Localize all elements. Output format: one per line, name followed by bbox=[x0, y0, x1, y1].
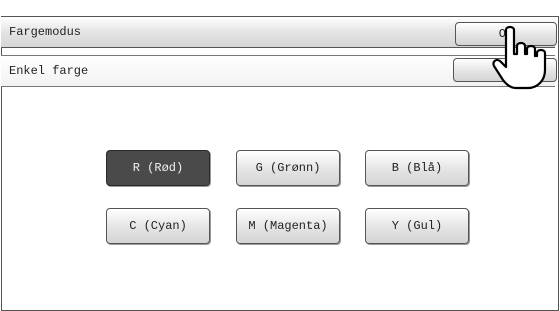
color-button-yellow[interactable]: Y (Gul) bbox=[365, 208, 469, 244]
screen-title: Fargemodus bbox=[9, 25, 82, 39]
color-button-magenta[interactable]: M (Magenta) bbox=[236, 208, 340, 244]
color-button-red[interactable]: R (Rød) bbox=[106, 150, 210, 186]
color-button-green[interactable]: G (Grønn) bbox=[236, 150, 340, 186]
mode-label: Enkel farge bbox=[9, 64, 89, 78]
hand-pointer-icon bbox=[492, 25, 547, 90]
color-button-blue[interactable]: B (Blå) bbox=[365, 150, 469, 186]
color-mode-screen: Fargemodus Enkel farge OK R (Rød) G (Grø… bbox=[0, 0, 560, 311]
color-button-cyan[interactable]: C (Cyan) bbox=[106, 208, 210, 244]
